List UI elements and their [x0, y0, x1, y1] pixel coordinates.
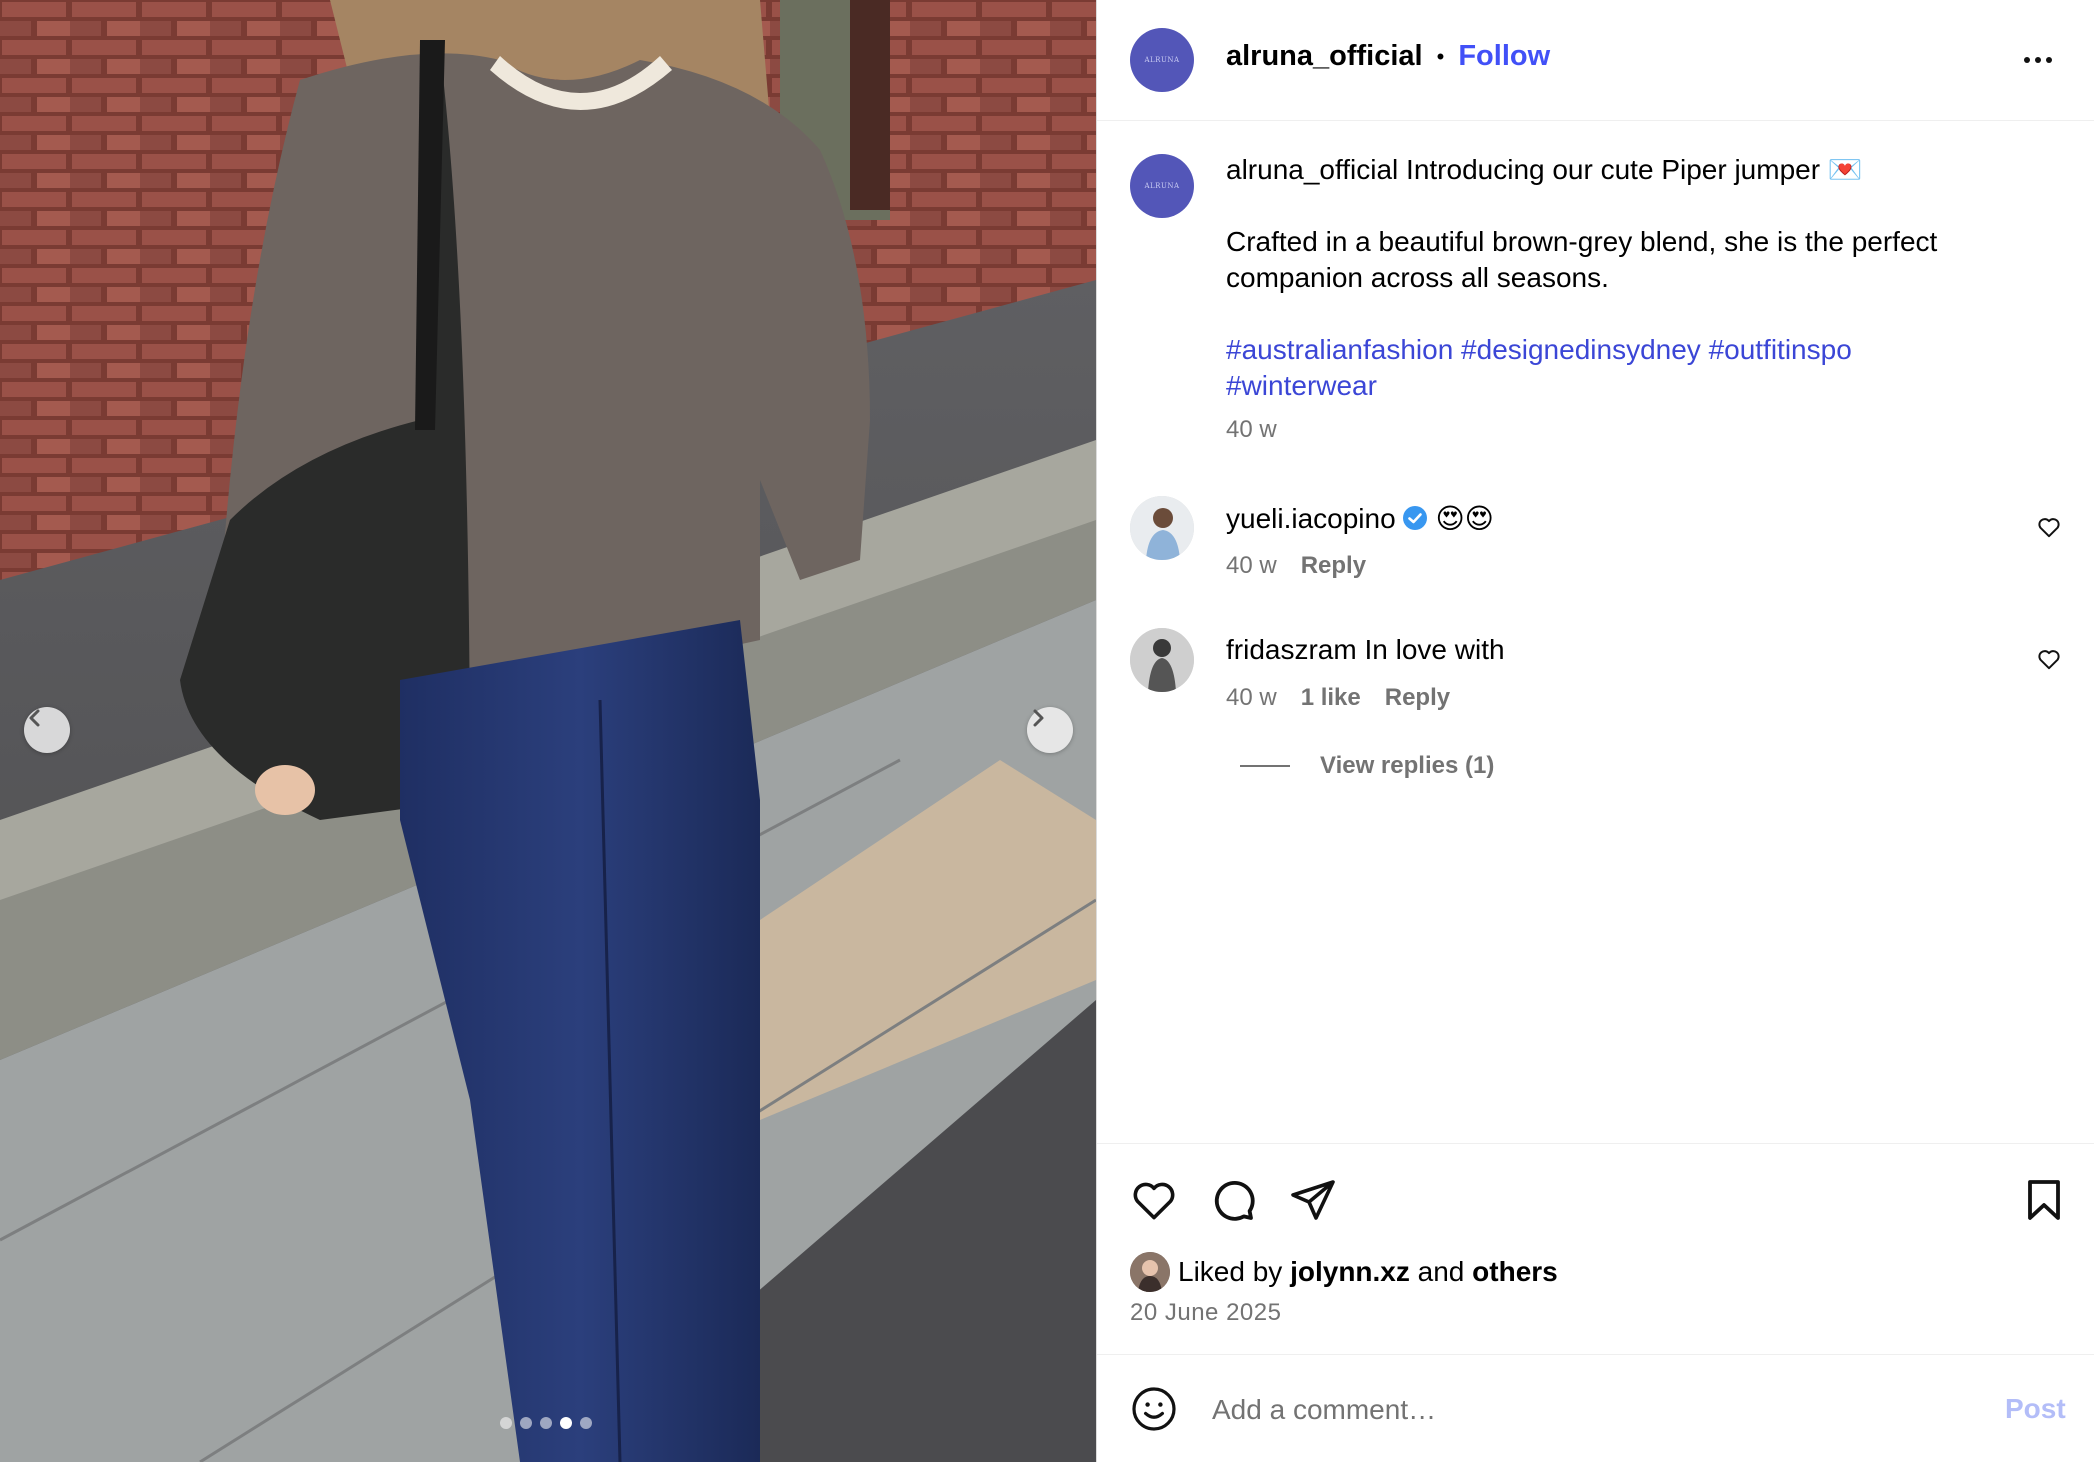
brand-logo-text: ALRUNA: [1144, 182, 1180, 190]
caption-username[interactable]: alruna_official: [1226, 154, 1398, 185]
comment-text: yueli.iacopino 😍😍: [1226, 502, 1494, 535]
view-replies-button[interactable]: View replies (1): [1240, 752, 1494, 780]
save-bookmark-icon[interactable]: [2020, 1176, 2068, 1224]
post-media[interactable]: [0, 0, 1096, 1462]
post-comment-button[interactable]: Post: [2005, 1393, 2066, 1425]
avatar-photo: [1130, 628, 1194, 692]
comment-like-heart-icon[interactable]: [2036, 514, 2062, 540]
post-header: ALRUNA alruna_official • Follow: [1097, 0, 2094, 121]
avatar-photo: [1130, 1252, 1170, 1292]
carousel-dot: [560, 1417, 572, 1429]
comment-likes-count[interactable]: 1 like: [1301, 684, 1361, 712]
replies-divider-line: [1240, 765, 1290, 767]
post-photo: [0, 0, 1096, 1462]
hashtags-line-1[interactable]: #australianfashion #designedinsydney #ou…: [1226, 334, 1852, 365]
share-paper-plane-icon[interactable]: [1289, 1176, 1337, 1224]
brand-logo-text: ALRUNA: [1144, 56, 1180, 64]
comment-age: 40 w: [1226, 684, 1277, 711]
reply-button[interactable]: Reply: [1385, 684, 1450, 712]
carousel-dot: [540, 1417, 552, 1429]
liker-avatar[interactable]: [1130, 1252, 1170, 1292]
commenter-avatar[interactable]: [1130, 496, 1194, 560]
post-date: 20 June 2025: [1130, 1299, 1282, 1326]
caption-age: 40 w: [1226, 416, 1277, 443]
comment-text: fridaszram In love with: [1226, 634, 1505, 666]
post-details-panel: ALRUNA alruna_official • Follow ALRUNA a…: [1096, 0, 2094, 1462]
carousel-dot: [580, 1417, 592, 1429]
liked-by-and: and: [1417, 1256, 1465, 1287]
follow-button[interactable]: Follow: [1458, 40, 1550, 73]
caption-text: Introducing our cute Piper jumper: [1406, 154, 1821, 185]
carousel-indicator: [500, 1417, 592, 1429]
like-heart-icon[interactable]: [1130, 1176, 1178, 1224]
comment-age: 40 w: [1226, 552, 1277, 579]
liked-by-others[interactable]: others: [1472, 1256, 1558, 1288]
comment-bubble-icon[interactable]: [1209, 1176, 1257, 1224]
chevron-left-icon: [29, 709, 40, 727]
liked-by-prefix: Liked by: [1178, 1256, 1283, 1287]
comment-input[interactable]: [1210, 1385, 1914, 1435]
previous-image-button[interactable]: [24, 707, 70, 753]
comment-body: 😍😍: [1435, 503, 1494, 534]
commenter-username[interactable]: fridaszram: [1226, 634, 1357, 665]
carousel-dot: [520, 1417, 532, 1429]
liker-username[interactable]: jolynn.xz: [1290, 1256, 1410, 1288]
comment-meta: 40 w 1 like Reply: [1226, 684, 1450, 712]
comment-body: In love with: [1364, 634, 1505, 665]
avatar-photo: [1130, 496, 1194, 560]
comment-like-heart-icon[interactable]: [2036, 646, 2062, 672]
author-avatar[interactable]: ALRUNA: [1130, 28, 1194, 92]
more-options-icon[interactable]: [2018, 42, 2058, 78]
caption-author-avatar[interactable]: ALRUNA: [1130, 154, 1194, 218]
liked-by-summary: Liked by jolynn.xz and others: [1130, 1252, 1558, 1292]
chevron-right-icon: [1033, 709, 1044, 727]
separator-dot: •: [1436, 43, 1445, 69]
author-line: alruna_official • Follow: [1226, 40, 1550, 73]
next-image-button[interactable]: [1027, 707, 1073, 753]
hashtags-line-2[interactable]: #winterwear: [1226, 370, 1377, 401]
carousel-dot: [500, 1417, 512, 1429]
reply-button[interactable]: Reply: [1301, 552, 1366, 580]
post-actions: Liked by jolynn.xz and others 20 June 20…: [1097, 1143, 2094, 1353]
caption-body: alruna_official Introducing our cute Pip…: [1226, 152, 2026, 448]
caption-description: Crafted in a beautiful brown-grey blend,…: [1226, 226, 1938, 293]
view-replies-label: View replies (1): [1320, 752, 1495, 779]
comment-meta: 40 w Reply: [1226, 552, 1366, 580]
emoji-picker-icon[interactable]: [1130, 1385, 1178, 1433]
author-username[interactable]: alruna_official: [1226, 40, 1423, 73]
comment-composer: Post: [1097, 1354, 2094, 1462]
commenter-avatar[interactable]: [1130, 628, 1194, 692]
verified-badge-icon: [1402, 506, 1427, 530]
love-letter-emoji: 💌: [1827, 154, 1863, 185]
commenter-username[interactable]: yueli.iacopino: [1226, 503, 1396, 534]
